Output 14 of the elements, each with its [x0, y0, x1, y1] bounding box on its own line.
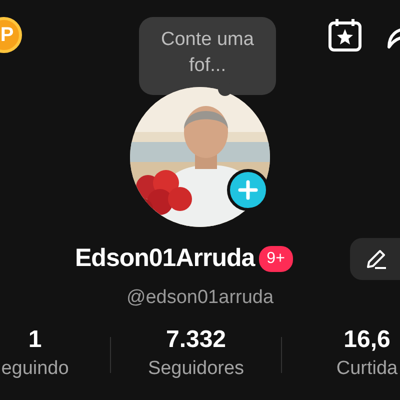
notification-badge: 9+ — [258, 246, 293, 272]
stat-value: 1 — [28, 326, 42, 352]
stat-value: 16,6 — [344, 326, 390, 352]
calendar-star-icon[interactable] — [327, 17, 363, 53]
status-bubble[interactable]: Conte uma fof... — [139, 17, 276, 95]
edit-button[interactable] — [350, 238, 400, 280]
stat-label: eguindo — [1, 358, 69, 378]
plus-icon — [238, 180, 258, 200]
stat-label: Curtida — [336, 358, 398, 378]
username-handle: @edson01arruda — [126, 287, 274, 308]
pencil-icon — [365, 248, 387, 270]
stat-value: 7.332 — [166, 326, 226, 352]
stat-label: Seguidores — [148, 358, 244, 378]
display-name: Edson01Arruda — [75, 243, 255, 274]
